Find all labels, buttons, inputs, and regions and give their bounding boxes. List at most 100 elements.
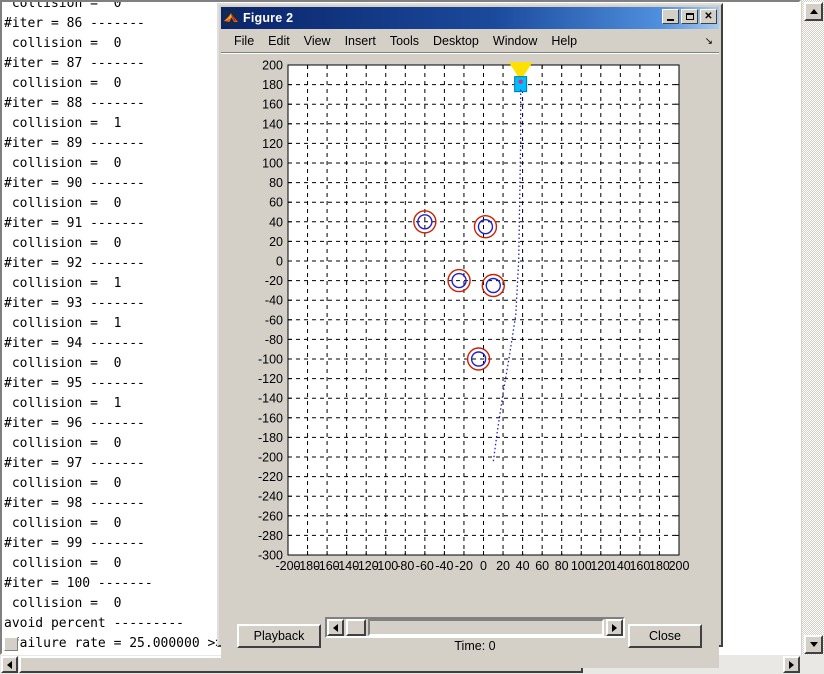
y-tick-label: 80 [269, 176, 283, 190]
figure-title-bar[interactable]: Figure 2 ✕ [221, 7, 719, 29]
maximize-button[interactable] [681, 9, 698, 24]
menu-window[interactable]: Window [486, 32, 544, 50]
y-tick-label: -40 [265, 294, 283, 308]
dock-arrow-icon[interactable]: ↘ [705, 36, 713, 47]
x-tick-label: 180 [649, 559, 670, 573]
console-line: #iter = 92 ------- [4, 256, 145, 271]
y-tick-label: 140 [262, 117, 283, 131]
console-line: #iter = 89 ------- [4, 136, 145, 151]
console-line: collision = 1 [4, 276, 122, 291]
console-line: #iter = 99 ------- [4, 536, 145, 551]
y-tick-label: -180 [258, 431, 283, 445]
console-line: #iter = 94 ------- [4, 336, 145, 351]
console-line: #iter = 90 ------- [4, 176, 145, 191]
window-controls: ✕ [662, 9, 717, 24]
time-readout: Time: 0 [454, 639, 496, 653]
console-scroll-stub[interactable] [4, 637, 18, 651]
scroll-up-button[interactable] [804, 2, 823, 21]
chevron-right-icon [789, 660, 794, 669]
menu-tools[interactable]: Tools [383, 32, 426, 50]
y-tick-label: -200 [258, 451, 283, 465]
minimize-icon [667, 18, 674, 21]
console-line: collision = 0 [4, 156, 122, 171]
x-tick-label: 40 [516, 559, 530, 573]
scroll-right-button[interactable] [783, 656, 800, 673]
y-tick-label: 160 [262, 98, 283, 112]
matlab-icon [223, 10, 239, 26]
figure-controls: Playback Time: 0 Close [221, 614, 719, 668]
console-line: #iter = 86 ------- [4, 16, 145, 31]
y-tick-label: -80 [265, 333, 283, 347]
x-tick-label: 20 [496, 559, 510, 573]
y-tick-label: -140 [258, 392, 283, 406]
console-line: collision = 0 [4, 596, 122, 611]
x-tick-label: -20 [455, 559, 473, 573]
close-icon: ✕ [704, 10, 713, 22]
y-tick-label: 0 [276, 255, 283, 269]
console-line: collision = 1 [4, 116, 122, 131]
console-line: collision = 0 [4, 476, 122, 491]
figure-window[interactable]: Figure 2 ✕ File Edit View Insert Tools D… [217, 3, 723, 668]
menu-insert[interactable]: Insert [338, 32, 383, 50]
scrollbar-corner [801, 655, 824, 674]
menu-view[interactable]: View [297, 32, 338, 50]
y-tick-label: 40 [269, 215, 283, 229]
console-line: collision = 0 [4, 36, 122, 51]
x-tick-label: -100 [373, 559, 398, 573]
slider-thumb[interactable] [346, 619, 366, 636]
scroll-left-button[interactable] [1, 656, 18, 673]
console-line: #failure rate = 25.000000 >> [4, 636, 224, 651]
y-tick-label: -100 [258, 353, 283, 367]
figure-menu-bar[interactable]: File Edit View Insert Tools Desktop Wind… [221, 30, 719, 52]
console-line: collision = 0 [4, 236, 122, 251]
y-tick-label: 100 [262, 157, 283, 171]
minimize-button[interactable] [662, 9, 679, 24]
menu-help[interactable]: Help [544, 32, 584, 50]
maximize-icon [685, 13, 694, 20]
console-line: #iter = 88 ------- [4, 96, 145, 111]
x-tick-label: 160 [629, 559, 650, 573]
console-text: collision = 0 #iter = 86 ------- collisio… [4, 0, 224, 653]
console-line: #iter = 95 ------- [4, 376, 145, 391]
chevron-up-icon [809, 9, 818, 14]
plot-canvas[interactable]: 200180160140120100806040200-20-40-60-80-… [221, 54, 723, 614]
y-tick-label: -260 [258, 509, 283, 523]
y-tick-label: 180 [262, 78, 283, 92]
y-tick-label: 200 [262, 59, 283, 73]
x-tick-label: 80 [555, 559, 569, 573]
figure-plot-area: 200 180 160 140 120 100 80 60 40 20 0 -20 -40 -60 -80-… [221, 54, 719, 614]
y-tick-label: -120 [258, 372, 283, 386]
menu-file[interactable]: File [227, 32, 261, 50]
close-window-button[interactable]: ✕ [700, 9, 717, 24]
playback-button[interactable]: Playback [237, 624, 321, 648]
console-line: collision = 0 [4, 0, 122, 11]
y-tick-label: -160 [258, 411, 283, 425]
console-line: collision = 0 [4, 76, 122, 91]
console-line: #iter = 91 ------- [4, 216, 145, 231]
figure-title: Figure 2 [243, 11, 294, 25]
y-tick-label: -280 [258, 529, 283, 543]
y-tick-label: -60 [265, 313, 283, 327]
console-line: avoid percent --------- [4, 616, 185, 631]
y-tick-label: 20 [269, 235, 283, 249]
menu-edit[interactable]: Edit [261, 32, 297, 50]
menu-desktop[interactable]: Desktop [426, 32, 486, 50]
chevron-left-icon [7, 660, 12, 669]
console-line: #iter = 98 ------- [4, 496, 145, 511]
console-line: collision = 0 [4, 196, 122, 211]
y-tick-label: -20 [265, 274, 283, 288]
slider-step-right-button[interactable] [606, 619, 623, 636]
slider-track[interactable] [368, 619, 604, 636]
x-tick-label: 100 [571, 559, 592, 573]
scroll-down-button[interactable] [804, 635, 823, 654]
window-vertical-scrollbar[interactable] [801, 0, 824, 656]
x-tick-label: -60 [416, 559, 434, 573]
chevron-down-icon [809, 642, 818, 647]
chevron-left-icon [333, 623, 338, 632]
y-tick-label: 120 [262, 137, 283, 151]
close-button[interactable]: Close [628, 624, 702, 648]
x-tick-label: -40 [435, 559, 453, 573]
time-slider[interactable] [325, 617, 625, 638]
y-tick-label: -220 [258, 470, 283, 484]
slider-step-left-button[interactable] [327, 619, 344, 636]
